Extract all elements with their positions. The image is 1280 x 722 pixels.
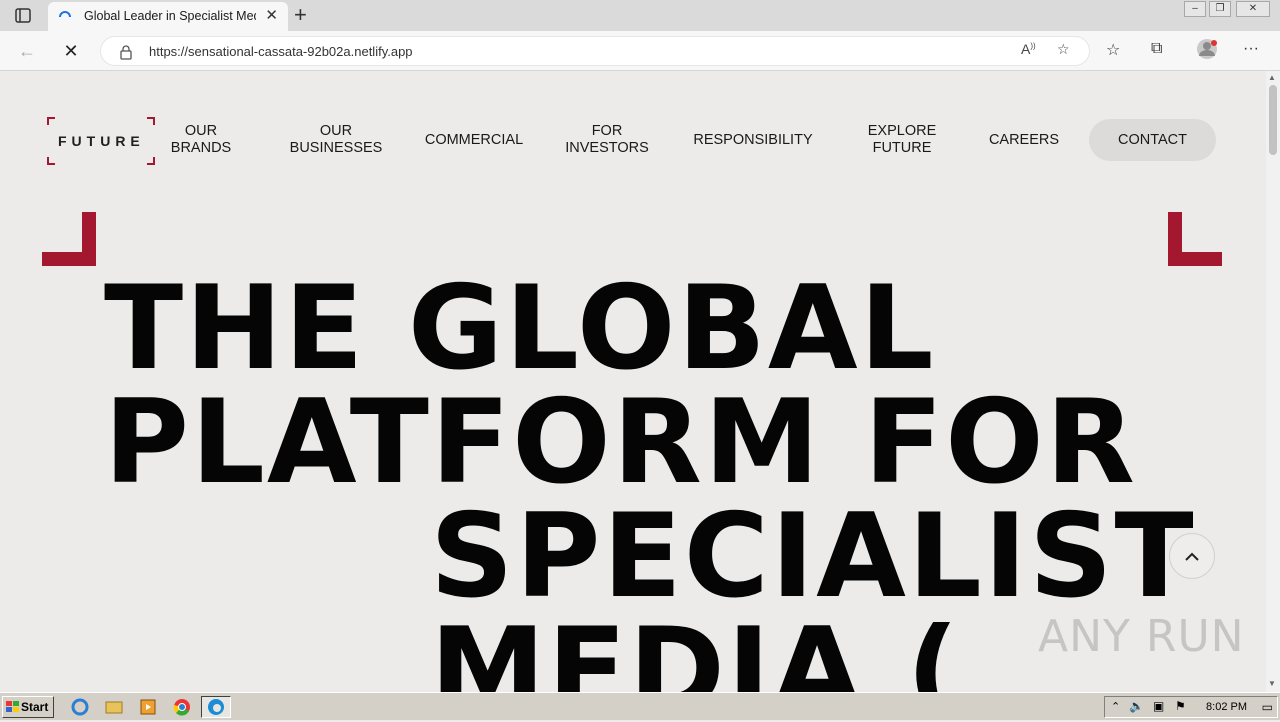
action-center-flag-icon[interactable]: ⚑ [1175,699,1186,713]
logo-corner-bl [47,157,55,165]
nav-label-line1: OUR [319,123,353,139]
logo-corner-tr [147,117,155,125]
nav-careers[interactable]: CAREERS [982,132,1066,149]
system-tray: ⌃ 🔈 ▣ ⚑ 8:02 PM ▭ [1104,696,1278,718]
start-label: Start [21,700,49,714]
logo-corner-br [147,157,155,165]
lock-icon[interactable] [119,44,133,60]
nav-label-line1: RESPONSIBILITY [693,132,813,148]
scroll-up-arrow-icon[interactable]: ▲ [1268,73,1276,82]
hero-corner-left-decoration [42,212,96,266]
nav-label-line1: FOR [591,123,623,139]
windows-taskbar: Start ⌃ 🔈 ▣ ⚑ 8:02 PM ▭ [0,692,1280,720]
add-favorite-icon[interactable]: ☆ [1057,41,1070,58]
anyrun-watermark: ANY RUN [1038,611,1245,662]
nav-label-line1: OUR [184,123,218,139]
loading-spinner-icon [58,10,72,24]
hero-line-1: THE GLOBAL [104,261,936,396]
media-player-icon[interactable] [136,697,160,717]
show-desktop-icon[interactable]: ▭ [1262,700,1273,714]
nav-explore-future[interactable]: EXPLORE FUTURE [858,123,946,157]
browser-tab-active[interactable]: Global Leader in Specialist Media ✕ [48,2,288,31]
nav-label-line1: EXPLORE [867,123,937,139]
nav-label-line2: BRANDS [170,140,232,156]
nav-for-investors[interactable]: FOR INVESTORS [560,123,654,157]
future-logo[interactable]: FUTURE [47,117,155,165]
scrollbar-thumb[interactable] [1269,85,1277,155]
volume-icon[interactable]: 🔈 [1129,699,1144,713]
chrome-icon[interactable] [170,697,194,717]
browser-toolbar: ← ✕ https://sensational-cassata-92b02a.n… [0,31,1280,71]
nav-label-line1: CAREERS [988,132,1060,148]
ie-icon[interactable] [68,697,92,717]
nav-our-brands[interactable]: OUR BRANDS [160,123,242,157]
folder-icon[interactable] [102,697,126,717]
tab-title: Global Leader in Specialist Media [84,9,256,23]
browser-tab-bar: Global Leader in Specialist Media ✕ + – … [0,0,1280,31]
hero-line-4: MEDIA ( [430,603,962,693]
nav-responsibility[interactable]: RESPONSIBILITY [684,132,822,149]
collections-icon[interactable]: ⧉ [1151,40,1162,58]
restore-icon[interactable]: ❐ [1209,1,1231,17]
logo-text: FUTURE [58,133,145,149]
read-aloud-icon[interactable]: A)) [1021,41,1036,57]
hero-line-3: SPECIALIST [430,489,1196,624]
contact-button[interactable]: CONTACT [1089,119,1216,161]
stop-loading-icon[interactable]: ✕ [58,39,84,63]
scroll-down-arrow-icon[interactable]: ▼ [1268,679,1276,688]
address-bar[interactable]: https://sensational-cassata-92b02a.netli… [100,36,1090,66]
page-scrollbar[interactable]: ▲ ▼ [1266,71,1280,692]
tray-expand-icon[interactable]: ⌃ [1111,700,1120,713]
close-window-icon[interactable]: ✕ [1236,1,1270,17]
hero-line-2: PLATFORM FOR [104,375,1137,510]
network-icon[interactable]: ▣ [1153,699,1164,713]
web-page: FUTURE OUR BRANDS OUR BUSINESSES COMMERC… [0,71,1266,692]
nav-label-line2: FUTURE [872,140,932,156]
nav-label-line2: INVESTORS [565,140,649,156]
nav-our-businesses[interactable]: OUR BUSINESSES [284,123,388,157]
edge-taskbar-button[interactable] [201,696,231,718]
windows-flag-icon [6,701,19,712]
nav-commercial[interactable]: COMMERCIAL [420,132,528,149]
favorites-icon[interactable]: ☆ [1106,40,1120,60]
chevron-up-icon [1185,552,1199,561]
more-menu-icon[interactable]: ··· [1243,40,1259,58]
new-tab-icon[interactable]: + [294,4,307,26]
minimize-icon[interactable]: – [1184,1,1206,17]
back-icon[interactable]: ← [14,39,40,63]
start-button[interactable]: Start [2,696,54,718]
nav-label-line2: BUSINESSES [289,140,383,156]
nav-label-line1: COMMERCIAL [424,132,524,148]
close-tab-icon[interactable]: ✕ [265,8,278,24]
scroll-to-top-button[interactable] [1169,533,1215,579]
profile-avatar-icon[interactable] [1196,38,1218,65]
tab-actions-icon[interactable] [12,6,34,26]
logo-corner-tl [47,117,55,125]
hero-corner-right-decoration [1168,212,1222,266]
edge-icon [208,699,224,715]
clock[interactable]: 8:02 PM [1206,701,1247,713]
url-text[interactable]: https://sensational-cassata-92b02a.netli… [149,44,413,59]
